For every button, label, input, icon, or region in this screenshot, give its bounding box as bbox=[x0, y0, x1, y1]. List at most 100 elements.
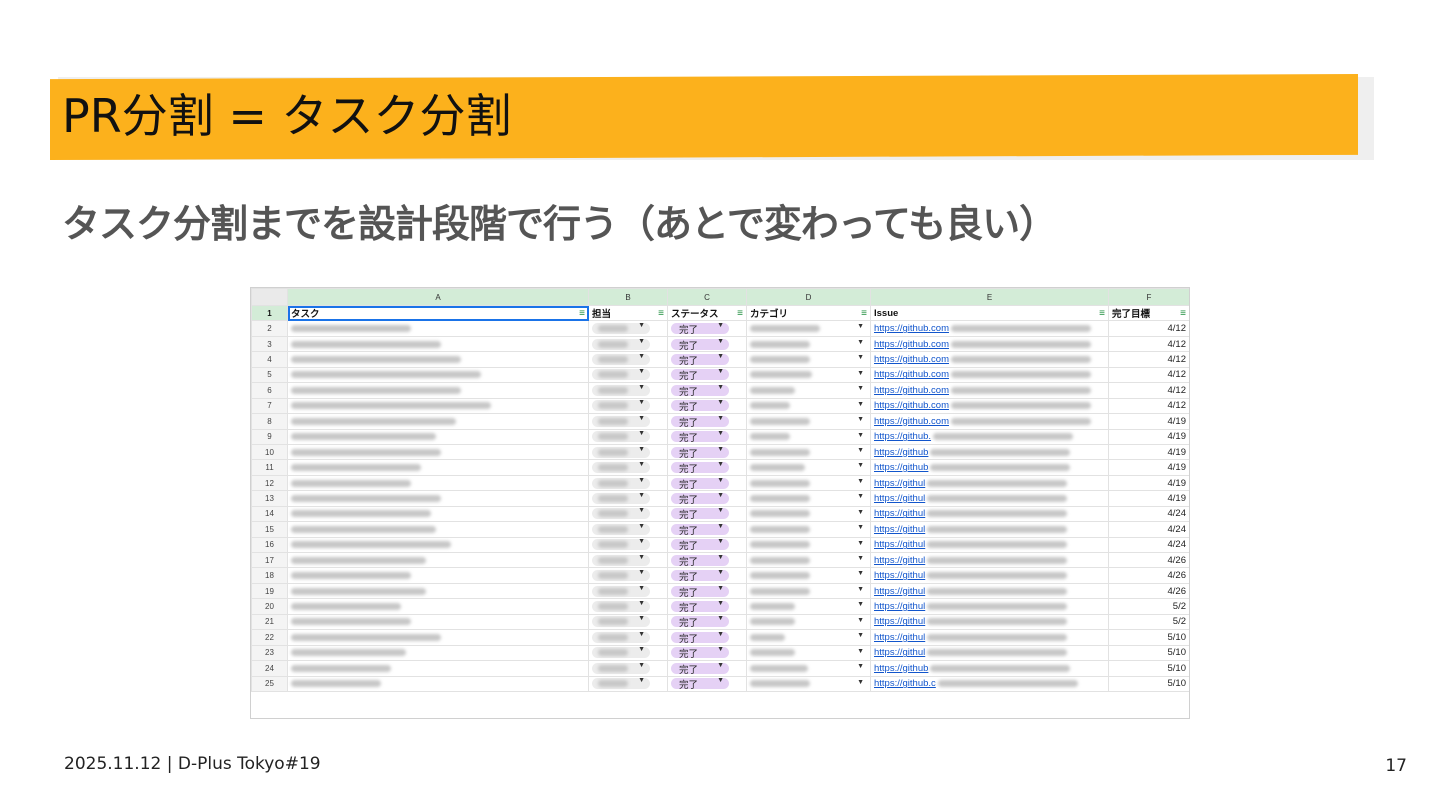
status-chip[interactable]: 完了 ▼ bbox=[671, 353, 729, 366]
assignee-cell[interactable]: ▼ bbox=[588, 598, 668, 615]
target-date-cell[interactable]: 4/24 bbox=[1108, 536, 1189, 554]
issue-link[interactable]: https://github.com bbox=[874, 416, 949, 427]
status-chip[interactable]: 完了 ▼ bbox=[671, 677, 729, 690]
issue-link[interactable]: https://githul bbox=[874, 524, 925, 535]
row-number[interactable]: 3 bbox=[251, 335, 288, 353]
assignee-chip[interactable]: ▼ bbox=[592, 538, 650, 551]
filter-icon[interactable]: ≡ bbox=[1099, 308, 1105, 319]
category-cell[interactable]: ▼ bbox=[746, 644, 871, 662]
header-category[interactable]: カテゴリ ≡ bbox=[746, 304, 871, 322]
status-chip[interactable]: 完了 ▼ bbox=[671, 368, 729, 382]
status-chip[interactable]: 完了 ▼ bbox=[671, 554, 729, 567]
status-cell[interactable]: 完了 ▼ bbox=[667, 366, 747, 384]
issue-link[interactable]: https://github.com bbox=[874, 323, 949, 334]
status-cell[interactable]: 完了 ▼ bbox=[667, 351, 747, 368]
row-number[interactable]: 17 bbox=[251, 551, 288, 569]
filter-icon[interactable]: ≡ bbox=[1180, 308, 1186, 319]
category-cell[interactable]: ▼ bbox=[746, 397, 871, 415]
target-date-cell[interactable]: 5/10 bbox=[1108, 660, 1189, 677]
task-cell[interactable] bbox=[287, 413, 589, 430]
assignee-chip[interactable]: ▼ bbox=[592, 492, 650, 504]
assignee-cell[interactable]: ▼ bbox=[588, 428, 668, 445]
status-cell[interactable]: 完了 ▼ bbox=[667, 443, 747, 461]
assignee-cell[interactable]: ▼ bbox=[588, 551, 668, 569]
row-number[interactable]: 1 bbox=[251, 304, 288, 322]
status-cell[interactable]: 完了 ▼ bbox=[667, 536, 747, 554]
category-cell[interactable]: ▼ bbox=[746, 660, 871, 677]
status-cell[interactable]: 完了 ▼ bbox=[667, 490, 747, 507]
status-cell[interactable]: 完了 ▼ bbox=[667, 613, 747, 631]
status-cell[interactable]: 完了 ▼ bbox=[667, 397, 747, 415]
issue-cell[interactable]: https://githul bbox=[870, 629, 1109, 646]
status-chip[interactable]: 完了 ▼ bbox=[671, 585, 729, 598]
category-cell[interactable]: ▼ bbox=[746, 629, 871, 646]
column-header-c[interactable]: C bbox=[667, 288, 747, 306]
issue-cell[interactable]: https://githul bbox=[870, 490, 1109, 507]
status-cell[interactable]: 完了 ▼ bbox=[667, 521, 747, 538]
column-header-f[interactable]: F bbox=[1108, 288, 1189, 306]
issue-cell[interactable]: https://githul bbox=[870, 505, 1109, 523]
issue-cell[interactable]: https://githul bbox=[870, 536, 1109, 554]
category-cell[interactable]: ▼ bbox=[746, 505, 871, 523]
task-cell[interactable] bbox=[287, 351, 589, 368]
assignee-cell[interactable]: ▼ bbox=[588, 459, 668, 476]
assignee-chip[interactable]: ▼ bbox=[592, 322, 650, 335]
status-cell[interactable]: 完了 ▼ bbox=[667, 675, 747, 692]
status-chip[interactable]: 完了 ▼ bbox=[671, 523, 729, 536]
row-number[interactable]: 24 bbox=[251, 660, 288, 677]
issue-link[interactable]: https://githul bbox=[874, 555, 925, 566]
issue-link[interactable]: https://github bbox=[874, 462, 928, 473]
task-cell[interactable] bbox=[287, 675, 589, 692]
issue-cell[interactable]: https://githul bbox=[870, 567, 1109, 584]
row-number[interactable]: 10 bbox=[251, 443, 288, 461]
status-chip[interactable]: 完了 ▼ bbox=[671, 461, 729, 474]
status-chip[interactable]: 完了 ▼ bbox=[671, 322, 729, 335]
task-cell[interactable] bbox=[287, 660, 589, 677]
assignee-cell[interactable]: ▼ bbox=[588, 382, 668, 399]
status-cell[interactable]: 完了 ▼ bbox=[667, 382, 747, 399]
issue-link[interactable]: https://githul bbox=[874, 478, 925, 489]
category-cell[interactable]: ▼ bbox=[746, 536, 871, 554]
assignee-cell[interactable]: ▼ bbox=[588, 320, 668, 337]
assignee-chip[interactable]: ▼ bbox=[592, 415, 650, 427]
issue-link[interactable]: https://githul bbox=[874, 570, 925, 581]
status-cell[interactable]: 完了 ▼ bbox=[667, 582, 747, 600]
issue-cell[interactable]: https://githul bbox=[870, 521, 1109, 538]
status-chip[interactable]: 完了 ▼ bbox=[671, 631, 729, 644]
issue-link[interactable]: https://githul bbox=[874, 508, 925, 519]
issue-cell[interactable]: https://github bbox=[870, 459, 1109, 476]
assignee-cell[interactable]: ▼ bbox=[588, 660, 668, 677]
assignee-chip[interactable]: ▼ bbox=[592, 461, 650, 474]
assignee-cell[interactable]: ▼ bbox=[588, 582, 668, 600]
target-date-cell[interactable]: 4/12 bbox=[1108, 382, 1189, 399]
target-date-cell[interactable]: 4/24 bbox=[1108, 505, 1189, 523]
row-number[interactable]: 6 bbox=[251, 382, 288, 399]
target-date-cell[interactable]: 4/19 bbox=[1108, 443, 1189, 461]
issue-link[interactable]: https://github.com bbox=[874, 400, 949, 411]
target-date-cell[interactable]: 4/12 bbox=[1108, 351, 1189, 368]
category-cell[interactable]: ▼ bbox=[746, 428, 871, 445]
row-number[interactable]: 13 bbox=[251, 490, 288, 507]
row-number[interactable]: 19 bbox=[251, 582, 288, 600]
assignee-chip[interactable]: ▼ bbox=[592, 677, 650, 690]
status-chip[interactable]: 完了 ▼ bbox=[671, 492, 729, 505]
category-cell[interactable]: ▼ bbox=[746, 582, 871, 600]
status-chip[interactable]: 完了 ▼ bbox=[671, 430, 729, 443]
issue-cell[interactable]: https://githul bbox=[870, 613, 1109, 631]
status-cell[interactable]: 完了 ▼ bbox=[667, 629, 747, 646]
task-cell[interactable] bbox=[287, 613, 589, 631]
column-header-d[interactable]: D bbox=[746, 288, 871, 306]
issue-link[interactable]: https://githul bbox=[874, 539, 925, 550]
issue-link[interactable]: https://github bbox=[874, 663, 928, 674]
status-cell[interactable]: 完了 ▼ bbox=[667, 320, 747, 337]
assignee-cell[interactable]: ▼ bbox=[588, 505, 668, 523]
header-assignee[interactable]: 担当 ≡ bbox=[588, 304, 668, 322]
assignee-chip[interactable]: ▼ bbox=[592, 384, 650, 396]
filter-icon[interactable]: ≡ bbox=[737, 308, 743, 319]
target-date-cell[interactable]: 4/26 bbox=[1108, 551, 1189, 569]
issue-link[interactable]: https://githul bbox=[874, 647, 925, 658]
target-date-cell[interactable]: 5/2 bbox=[1108, 598, 1189, 615]
row-number[interactable]: 16 bbox=[251, 536, 288, 554]
task-cell[interactable] bbox=[287, 629, 589, 646]
issue-cell[interactable]: https://github.com bbox=[870, 382, 1109, 399]
